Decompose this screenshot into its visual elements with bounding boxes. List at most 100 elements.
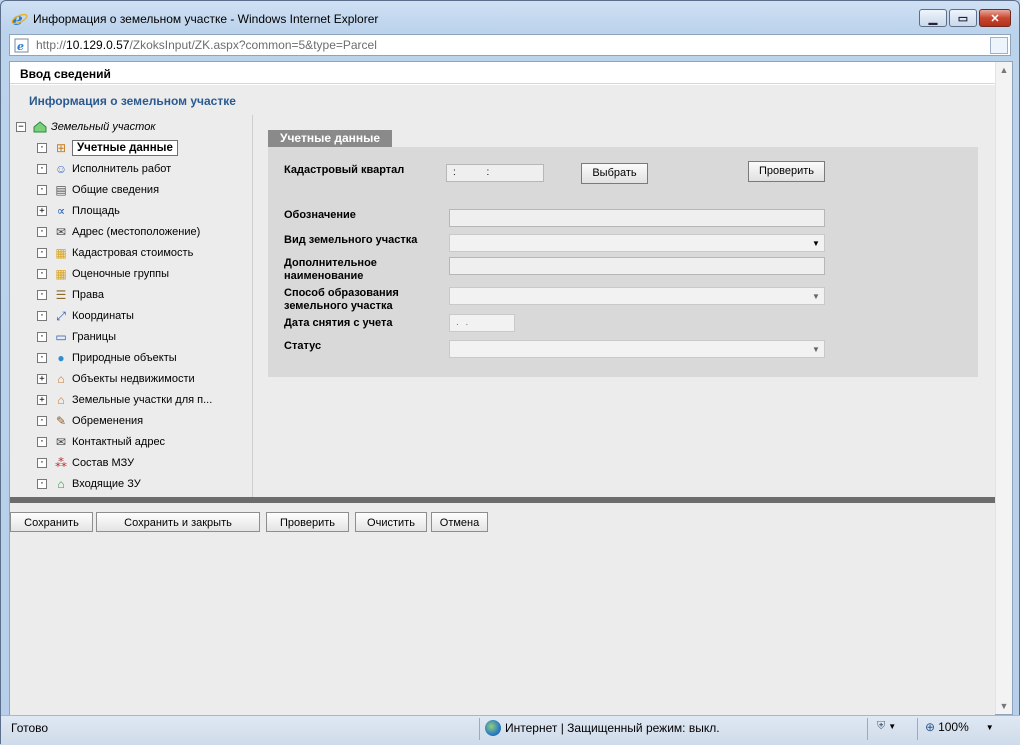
status-text: Готово	[11, 721, 49, 735]
expand-toggle[interactable]: +	[37, 374, 47, 384]
removal-date-value: . .	[456, 317, 471, 328]
tree-item[interactable]: · ⊞ Учетные данные	[37, 138, 178, 158]
status-divider	[867, 718, 868, 740]
panel-tab[interactable]: Учетные данные	[268, 130, 393, 147]
clear-button[interactable]: Очистить	[355, 512, 427, 532]
tree-item[interactable]: · ✎ Обременения	[37, 411, 143, 431]
security-zone[interactable]: Интернет | Защищенный режим: выкл.	[485, 720, 720, 736]
tree-item-label: Объекты недвижимости	[72, 373, 195, 385]
ie-logo-icon: e	[11, 10, 28, 27]
formation-method-select[interactable]: ▼	[449, 287, 825, 305]
leaf-toggle[interactable]: ·	[37, 290, 47, 300]
coins-icon: ▦	[55, 246, 67, 260]
close-button[interactable]: ✕	[979, 9, 1011, 27]
tree-item[interactable]: · ✉ Адрес (местоположение)	[37, 222, 200, 242]
url-prefix: http://	[36, 38, 67, 52]
address-bar[interactable]: e http://10.129.0.57/ZkoksInput/ZK.aspx?…	[9, 34, 1011, 56]
parcel-icon: ⌂	[57, 477, 65, 491]
cadastral-quarter-label: Кадастровый квартал	[284, 164, 405, 176]
tree-item[interactable]: · ☺ Исполнитель работ	[37, 159, 171, 179]
tree-item[interactable]: · ● Природные объекты	[37, 348, 177, 368]
tree-item[interactable]: · ⌂ Входящие ЗУ	[37, 474, 141, 494]
border-icon: ▭	[55, 330, 67, 344]
tree-item[interactable]: · ☰ Права	[37, 285, 104, 305]
maximize-button[interactable]: ▭	[949, 9, 977, 27]
tree-item[interactable]: · ▤ Общие сведения	[37, 180, 159, 200]
scroll-down-icon[interactable]: ▼	[996, 698, 1012, 714]
tree-item-label: Контактный адрес	[72, 436, 166, 448]
security-status[interactable]: ⛨ ▼	[877, 720, 896, 733]
status-divider	[917, 718, 918, 740]
leaf-toggle[interactable]: ·	[37, 311, 47, 321]
save-and-close-button[interactable]: Сохранить и закрыть	[96, 512, 260, 532]
tree-item[interactable]: · ▦ Кадастровая стоимость	[37, 243, 193, 263]
section-title: Информация о земельном участке	[29, 94, 236, 108]
zoom-control[interactable]: ⊕ 100% ▼	[925, 720, 994, 734]
compatibility-icon[interactable]	[990, 37, 1008, 54]
tree-item-label: Входящие ЗУ	[72, 478, 141, 490]
close-icon: ✕	[990, 12, 1000, 25]
cancel-button[interactable]: Отмена	[431, 512, 488, 532]
leaf-toggle[interactable]: ·	[37, 332, 47, 342]
scroll-up-icon[interactable]: ▲	[996, 62, 1012, 78]
cadastral-quarter-input[interactable]: : :	[446, 164, 544, 182]
leaf-toggle[interactable]: ·	[37, 227, 47, 237]
tree-item[interactable]: + ⌂ Объекты недвижимости	[37, 369, 195, 389]
action-bar: Сохранить Сохранить и закрыть Проверить …	[10, 503, 995, 716]
accounting-data-panel: Учетные данные Кадастровый квартал : : В…	[268, 130, 978, 377]
extra-name-input[interactable]	[449, 257, 825, 275]
url-path: /ZkoksInput/ZK.aspx?common=5&type=Parcel	[129, 38, 377, 52]
coins-icon: ▦	[55, 267, 67, 281]
address-url[interactable]: http://10.129.0.57/ZkoksInput/ZK.aspx?co…	[36, 38, 377, 52]
leaf-toggle[interactable]: ·	[37, 143, 47, 153]
tree-item-label: Земельные участки для п...	[72, 394, 213, 406]
expand-toggle[interactable]: +	[37, 206, 47, 216]
title-bar[interactable]: e Информация о земельном участке - Windo…	[1, 1, 1019, 33]
tree-item-label: Обременения	[72, 415, 144, 427]
chevron-down-icon: ▼	[812, 238, 820, 248]
check-button[interactable]: Проверить	[266, 512, 349, 532]
person-icon: ☺	[54, 162, 68, 176]
page-content: Ввод сведений Информация о земельном уча…	[9, 61, 1013, 716]
tree-item-label: Учетные данные	[72, 140, 178, 156]
tree-item[interactable]: · ⁂ Состав МЗУ	[37, 453, 134, 473]
tree-item[interactable]: · ✉ Контактный адрес	[37, 432, 165, 452]
tree-item[interactable]: · ▦ Оценочные группы	[37, 264, 169, 284]
leaf-toggle[interactable]: ·	[37, 269, 47, 279]
address-icon: ✉	[55, 225, 67, 239]
maximize-icon: ▭	[957, 12, 969, 25]
leaf-toggle[interactable]: ·	[37, 248, 47, 258]
zone-label: Интернет | Защищенный режим: выкл.	[505, 721, 720, 735]
leaf-toggle[interactable]: ·	[37, 458, 47, 468]
leaf-toggle[interactable]: ·	[37, 185, 47, 195]
save-button[interactable]: Сохранить	[10, 512, 93, 532]
vertical-scrollbar[interactable]: ▲ ▼	[995, 62, 1012, 714]
minimize-button[interactable]: ▁	[919, 9, 947, 27]
leaf-toggle[interactable]: ·	[37, 353, 47, 363]
leaf-toggle[interactable]: ·	[37, 416, 47, 426]
magnifier-icon: ⊕	[925, 720, 936, 734]
tree-item[interactable]: + ⌂ Земельные участки для п...	[37, 390, 212, 410]
tree-item[interactable]: + ∝ Площадь	[37, 201, 120, 221]
tree-root[interactable]: − Земельный участок	[16, 117, 156, 137]
leaf-toggle[interactable]: ·	[37, 479, 47, 489]
status-select[interactable]: ▼	[449, 340, 825, 358]
removal-date-input[interactable]: . .	[449, 314, 515, 332]
tree-item[interactable]: · ⤢ Координаты	[37, 306, 134, 326]
expand-toggle[interactable]: +	[37, 395, 47, 405]
tree-item[interactable]: · ▭ Границы	[37, 327, 116, 347]
removal-date-label: Дата снятия с учета	[284, 317, 393, 329]
leaf-toggle[interactable]: ·	[37, 164, 47, 174]
leaf-toggle[interactable]: ·	[37, 437, 47, 447]
collapse-toggle[interactable]: −	[16, 122, 26, 132]
parcel-icon	[32, 119, 48, 135]
main-area: − Земельный участок · ⊞ Учетные данные · ☺ Ис…	[10, 115, 995, 497]
tree-root-label: Земельный участок	[51, 121, 156, 133]
tree-item-label: Природные объекты	[72, 352, 177, 364]
check-quarter-button[interactable]: Проверить	[748, 161, 825, 182]
page-subheader: Информация о земельном участке	[10, 85, 995, 115]
select-button[interactable]: Выбрать	[581, 163, 648, 184]
minimize-icon: ▁	[928, 12, 938, 25]
parcel-type-select[interactable]: ▼	[449, 234, 825, 252]
designation-input[interactable]	[449, 209, 825, 227]
